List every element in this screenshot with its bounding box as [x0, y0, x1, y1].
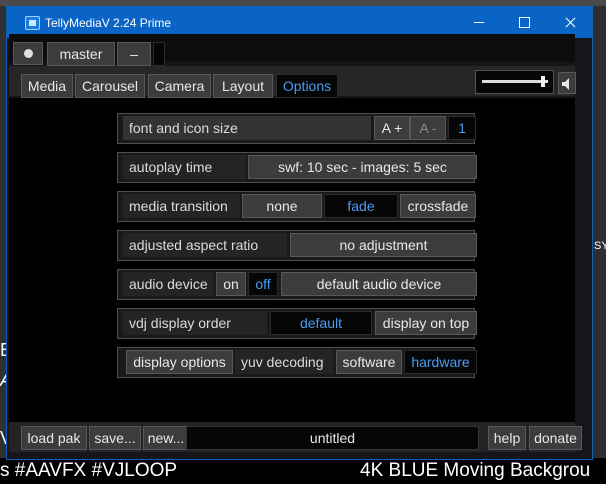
audio-on-button[interactable]: on — [216, 272, 246, 296]
master-spacer — [153, 42, 165, 66]
load-pak-button[interactable]: load pak — [21, 426, 87, 450]
transition-crossfade-button[interactable]: crossfade — [400, 194, 476, 218]
background-video-title: 4K BLUE Moving Backgrou — [360, 460, 591, 481]
record-dot-button[interactable] — [13, 42, 43, 65]
audio-off-button[interactable]: off — [248, 272, 278, 296]
background-video-title: s #AAVFX #VJLOOP — [0, 460, 178, 481]
window-title: TellyMediaV 2.24 Prime — [45, 16, 172, 30]
desktop-right-strip — [592, 6, 606, 460]
aspect-ratio-label: adjusted aspect ratio — [123, 233, 287, 257]
tab-camera[interactable]: Camera — [148, 74, 211, 98]
tab-media[interactable]: Media — [21, 74, 73, 98]
audio-device-select[interactable]: default audio device — [281, 272, 477, 296]
font-size-label: font and icon size — [123, 116, 371, 140]
transition-none-button[interactable]: none — [242, 194, 322, 218]
donate-button[interactable]: donate — [529, 426, 582, 450]
app-icon — [25, 16, 40, 30]
background-glyph: SY — [594, 240, 606, 252]
display-options-button[interactable]: display options — [126, 350, 233, 374]
volume-slider-track — [482, 80, 548, 83]
new-button[interactable]: new... — [143, 426, 189, 450]
autoplay-time-button[interactable]: swf: 10 sec - images: 5 sec — [248, 155, 477, 179]
font-size-value: 1 — [448, 116, 476, 140]
audio-device-label: audio device — [123, 272, 214, 296]
speaker-icon[interactable] — [558, 72, 576, 94]
font-increase-button[interactable]: A + — [374, 116, 410, 140]
volume-slider-knob[interactable] — [540, 76, 545, 87]
transition-fade-button[interactable]: fade — [324, 194, 398, 218]
decoding-hardware-button[interactable]: hardware — [404, 350, 477, 374]
vdj-order-label: vdj display order — [123, 311, 267, 335]
master-button[interactable]: master — [47, 42, 115, 66]
vdj-default-button[interactable]: default — [270, 311, 372, 335]
font-decrease-button[interactable]: A - — [410, 116, 446, 140]
autoplay-label: autoplay time — [123, 155, 246, 179]
transition-label: media transition — [123, 194, 240, 218]
vdj-display-on-top-button[interactable]: display on top — [375, 311, 477, 335]
tab-carousel[interactable]: Carousel — [75, 74, 145, 98]
help-button[interactable]: help — [488, 426, 526, 450]
aspect-ratio-button[interactable]: no adjustment — [290, 233, 477, 257]
filename-field[interactable]: untitled — [186, 426, 479, 450]
tab-layout[interactable]: Layout — [213, 74, 273, 98]
tab-options[interactable]: Options — [276, 74, 338, 98]
decoding-software-button[interactable]: software — [336, 350, 402, 374]
master-minus-button[interactable]: – — [117, 42, 151, 66]
yuv-decoding-label: yuv decoding — [235, 350, 333, 374]
save-button[interactable]: save... — [89, 426, 141, 450]
